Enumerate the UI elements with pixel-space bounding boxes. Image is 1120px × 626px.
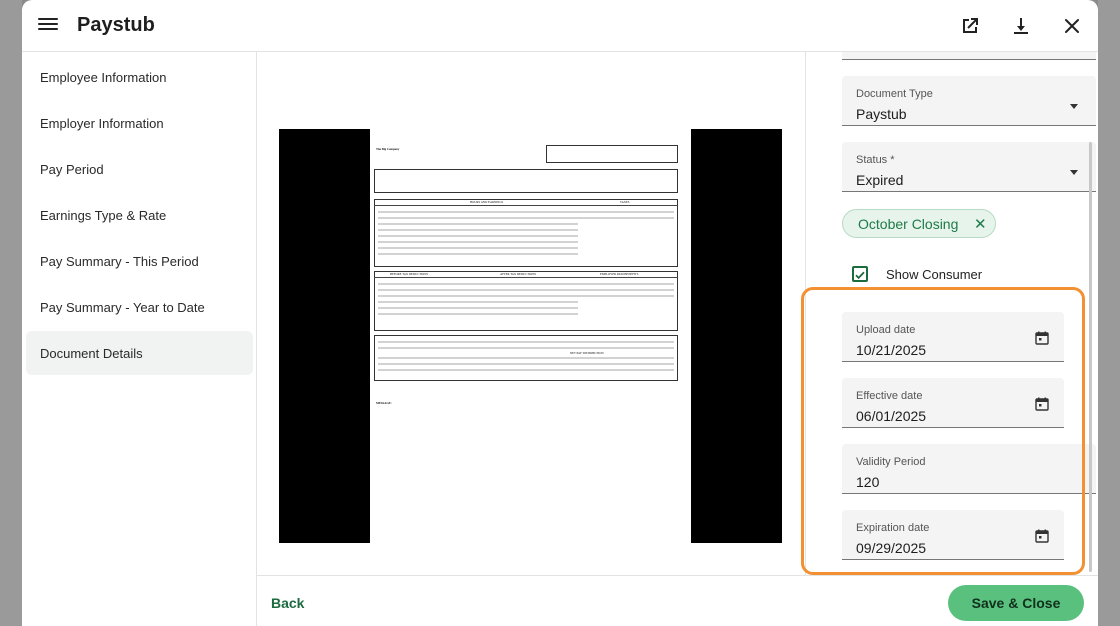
dropdown-arrow-icon: [1070, 170, 1078, 175]
doc-section-header: BEFORE TAX DEDUCTIONS: [390, 272, 429, 276]
document-type-select[interactable]: Document Type Paystub: [842, 76, 1096, 126]
sidebar-item-label: Employee Information: [40, 69, 167, 85]
sidebar-item-label: Pay Summary - Year to Date: [40, 299, 205, 315]
doc-line: [378, 241, 578, 243]
field-value: Expired: [856, 172, 904, 188]
doc-line: [378, 217, 674, 219]
preview-letterbox-left: [279, 129, 370, 543]
calendar-icon[interactable]: [1034, 528, 1050, 544]
doc-message: MESSAGE:: [376, 401, 392, 405]
backdrop-left: [0, 0, 22, 626]
document-preview: The Big Company HOURS AND EARNINGS TAXES…: [257, 52, 806, 575]
document-details-form: Document Type Paystub Status * Expired O…: [806, 52, 1098, 575]
open-in-new-icon[interactable]: [958, 14, 982, 38]
sidebar-item-earnings-type-rate[interactable]: Earnings Type & Rate: [26, 193, 253, 237]
field-value: Paystub: [856, 106, 907, 122]
doc-header-box: [546, 145, 678, 163]
paystub-dialog: Paystub Employee Information Employer In…: [22, 0, 1098, 626]
chip-remove-close-icon[interactable]: ✕: [974, 215, 987, 233]
doc-line: [378, 313, 578, 315]
close-icon[interactable]: [1060, 14, 1084, 38]
back-button[interactable]: Back: [271, 595, 304, 611]
field-value: 10/21/2025: [856, 342, 927, 358]
save-close-button[interactable]: Save & Close: [948, 585, 1084, 621]
effective-date-field[interactable]: Effective date 06/01/2025: [842, 378, 1064, 428]
doc-employee-box: [374, 169, 678, 193]
backdrop-right: [1098, 0, 1120, 626]
field-value: 09/29/2025: [856, 540, 927, 556]
dialog-footer: Back Save & Close: [257, 575, 1098, 626]
dialog-header: Paystub: [22, 0, 1098, 52]
doc-line: [378, 369, 674, 371]
doc-line: [378, 211, 674, 213]
sidebar-item-label: Earnings Type & Rate: [40, 207, 167, 223]
show-consumer-checkbox[interactable]: [852, 266, 868, 282]
doc-line: [378, 295, 674, 297]
sidebar-item-label: Pay Period: [40, 161, 104, 177]
sidebar-item-pay-period[interactable]: Pay Period: [26, 147, 253, 191]
sidebar-item-document-details[interactable]: Document Details: [26, 331, 253, 375]
doc-line: [378, 253, 578, 255]
sidebar-item-pay-summary-ytd[interactable]: Pay Summary - Year to Date: [26, 285, 253, 329]
doc-line: [378, 363, 674, 365]
sidebar-item-employee-information[interactable]: Employee Information: [26, 55, 253, 99]
sidebar-item-label: Employer Information: [40, 115, 164, 131]
doc-company: The Big Company: [376, 147, 400, 151]
doc-line: [378, 289, 674, 291]
status-select[interactable]: Status * Expired: [842, 142, 1096, 192]
check-icon: [855, 271, 865, 280]
doc-line: [378, 283, 674, 285]
calendar-icon[interactable]: [1034, 396, 1050, 412]
sidebar-item-label: Pay Summary - This Period: [40, 253, 199, 269]
doc-line: [378, 229, 578, 231]
doc-earnings-box: [374, 199, 678, 267]
preview-letterbox-right: [691, 129, 782, 543]
dropdown-arrow-icon: [1070, 104, 1078, 109]
doc-section-header: EMPLOYER PAID BENEFITS: [600, 272, 639, 276]
doc-section-header: TAXES: [620, 200, 630, 204]
field-label: Document Type: [856, 88, 933, 100]
hamburger-menu-icon[interactable]: [38, 15, 58, 35]
dialog-title: Paystub: [77, 14, 155, 36]
calendar-icon[interactable]: [1034, 330, 1050, 346]
tag-chip[interactable]: October Closing ✕: [842, 209, 996, 238]
sidebar-nav: Employee Information Employer Informatio…: [22, 52, 257, 626]
upload-date-field[interactable]: Upload date 10/21/2025: [842, 312, 1064, 362]
field-label: Effective date: [856, 390, 923, 402]
doc-line: [378, 301, 578, 303]
doc-line: [378, 235, 578, 237]
field-value: 06/01/2025: [856, 408, 927, 424]
doc-rule: [374, 277, 678, 278]
doc-line: [378, 357, 674, 359]
download-icon[interactable]: [1009, 14, 1033, 38]
validity-period-field[interactable]: Validity Period 120: [842, 444, 1096, 494]
chip-label: October Closing: [858, 216, 959, 232]
expiration-date-field[interactable]: Expiration date 09/29/2025: [842, 510, 1064, 560]
field-label: Expiration date: [856, 522, 930, 534]
field-value: 120: [856, 474, 880, 490]
form-scrollbar[interactable]: [1089, 142, 1092, 572]
field-label: Validity Period: [856, 456, 926, 468]
doc-line: [378, 223, 578, 225]
doc-section-header: HOURS AND EARNINGS: [470, 200, 504, 204]
doc-line: [378, 307, 578, 309]
show-consumer-label: Show Consumer: [886, 267, 983, 282]
doc-line: [378, 341, 674, 343]
doc-line: [378, 347, 674, 349]
field-label: Status *: [856, 154, 895, 166]
doc-line: [378, 247, 578, 249]
sidebar-item-label: Document Details: [40, 345, 143, 361]
field-label: Upload date: [856, 324, 916, 336]
doc-section-header: NET PAY DISTRIBUTION: [570, 351, 604, 355]
sidebar-item-employer-information[interactable]: Employer Information: [26, 101, 253, 145]
doc-rule: [374, 205, 678, 206]
previous-field[interactable]: [842, 52, 1096, 60]
sidebar-item-pay-summary-this-period[interactable]: Pay Summary - This Period: [26, 239, 253, 283]
paystub-document-image: The Big Company HOURS AND EARNINGS TAXES…: [370, 129, 691, 543]
doc-section-header: AFTER TAX DEDUCTIONS: [500, 272, 537, 276]
